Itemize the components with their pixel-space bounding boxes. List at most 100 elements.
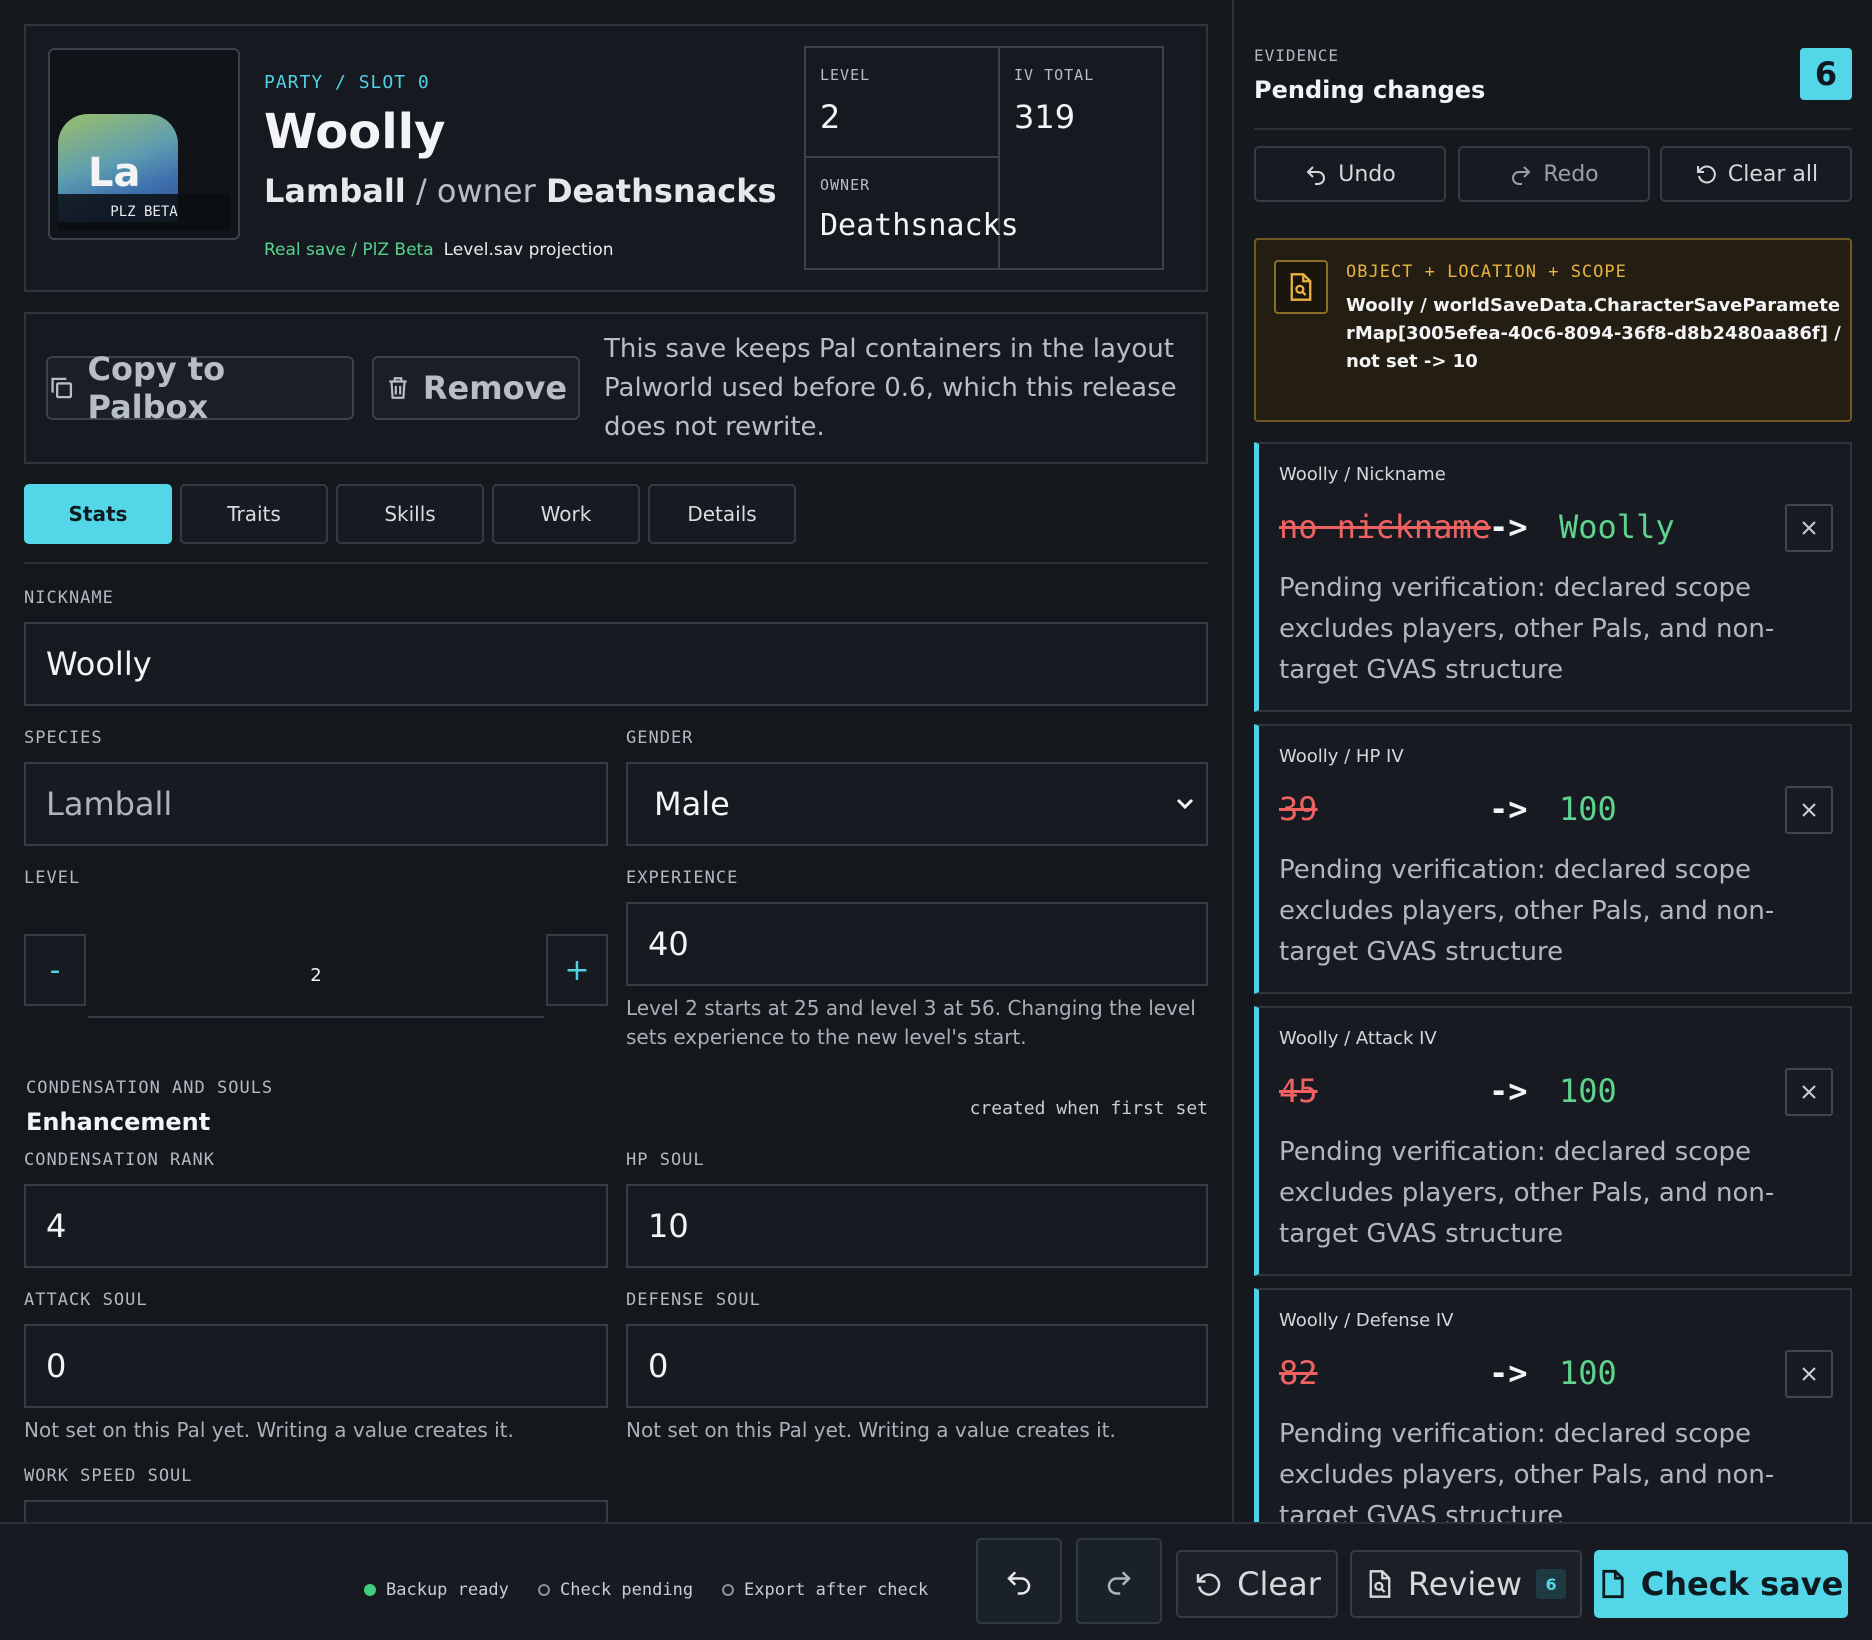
change-new-value: 100: [1559, 790, 1617, 828]
enhancement-note: created when first set: [969, 1098, 1208, 1119]
layout-note: This save keeps Pal containers in the la…: [604, 334, 1177, 442]
iv-total-stat: IV TOTAL 319: [1000, 48, 1162, 268]
nickname-label: NICKNAME: [24, 588, 114, 608]
change-new-value: 100: [1559, 1354, 1617, 1392]
scope-icon-box: [1274, 260, 1328, 314]
review-count-badge: 6: [1536, 1569, 1567, 1599]
undo-button[interactable]: [976, 1538, 1062, 1624]
copy-to-palbox-label: Copy to Palbox: [87, 350, 226, 426]
tab-details[interactable]: Details: [648, 484, 796, 544]
level-label: LEVEL: [24, 868, 81, 888]
save-source: Real save / PlZ Beta Level.sav projection: [264, 240, 614, 260]
iv-total-label: IV TOTAL: [1014, 66, 1095, 84]
close-icon: [1802, 521, 1816, 535]
level-decrement-button[interactable]: -: [24, 934, 86, 1006]
clear-label: Clear: [1237, 1565, 1321, 1603]
change-description: Pending verification: declared scope exc…: [1279, 573, 1775, 685]
trash-icon: [389, 377, 407, 399]
tab-work[interactable]: Work: [492, 484, 640, 544]
dismiss-change-button[interactable]: [1785, 1068, 1833, 1116]
status-export-label: Export after check: [744, 1580, 929, 1600]
status-backup-label: Backup ready: [386, 1580, 509, 1600]
pal-species: Lamball: [264, 172, 406, 210]
gender-label: GENDER: [626, 728, 694, 748]
tab-stats[interactable]: Stats: [24, 484, 172, 544]
breadcrumb: PARTY / SLOT 0: [264, 72, 430, 93]
change-old-value: no nickname: [1279, 508, 1491, 546]
redo-button[interactable]: Redo: [1458, 146, 1650, 202]
level-increment-button[interactable]: +: [546, 934, 608, 1006]
enhancement-title: Enhancement: [26, 1108, 211, 1136]
clear-all-label: Clear all: [1727, 161, 1819, 187]
close-icon: [1802, 1085, 1816, 1099]
defense-soul-input[interactable]: 0: [626, 1324, 1208, 1408]
change-field: Woolly / Attack IV: [1279, 1028, 1437, 1049]
dismiss-change-button[interactable]: [1785, 504, 1833, 552]
file-check-icon: [1602, 1569, 1624, 1599]
change-card: Woolly / Nickname no nickname -> Woolly …: [1254, 442, 1852, 712]
change-arrow: ->: [1489, 1072, 1528, 1110]
work-speed-soul-label: WORK SPEED SOUL: [24, 1466, 193, 1486]
change-description: Pending verification: declared scope exc…: [1279, 1419, 1775, 1522]
reset-icon: [1196, 1573, 1221, 1596]
undo-icon: [1306, 166, 1326, 185]
change-arrow: ->: [1489, 1354, 1528, 1392]
tab-skills[interactable]: Skills: [336, 484, 484, 544]
evidence-divider: [1254, 128, 1852, 130]
status-pending-dot: [722, 1584, 734, 1596]
change-field: Woolly / Defense IV: [1279, 1310, 1454, 1331]
close-icon: [1802, 1367, 1816, 1381]
condensation-input[interactable]: 4: [24, 1184, 608, 1268]
pal-header-card: La PLZ BETA PARTY / SLOT 0 Woolly Lambal…: [24, 24, 1208, 292]
redo-button[interactable]: [1076, 1538, 1162, 1624]
clear-button[interactable]: Clear: [1176, 1550, 1338, 1618]
gender-select[interactable]: Male: [626, 762, 1208, 846]
tab-traits[interactable]: Traits: [180, 484, 328, 544]
experience-input[interactable]: 40: [626, 902, 1208, 986]
avatar-abbr: La: [88, 150, 141, 196]
change-old-value: 45: [1279, 1072, 1318, 1110]
check-save-button[interactable]: Check save: [1594, 1550, 1848, 1618]
experience-help: Level 2 starts at 25 and level 3 at 56. …: [626, 996, 1196, 1049]
pal-name: Woolly: [264, 104, 446, 160]
species-label: SPECIES: [24, 728, 103, 748]
enhancement-kicker: CONDENSATION AND SOULS: [26, 1078, 274, 1098]
pal-detail-pane: La PLZ BETA PARTY / SLOT 0 Woolly Lambal…: [0, 0, 1232, 1522]
pal-avatar: La PLZ BETA: [48, 48, 240, 240]
change-new-value: Woolly: [1559, 508, 1675, 546]
pal-subtitle: Lamball / owner Deathsnacks: [264, 172, 777, 210]
change-card: Woolly / Defense IV 82 -> 100 Pending ve…: [1254, 1288, 1852, 1522]
scope-value: Woolly / worldSaveData.CharacterSavePara…: [1346, 295, 1841, 372]
pal-owner: Deathsnacks: [545, 172, 777, 210]
source-label: Real save / PlZ Beta: [264, 240, 434, 260]
change-description: Pending verification: declared scope exc…: [1279, 1137, 1775, 1249]
scope-card: OBJECT + LOCATION + SCOPE Woolly / world…: [1254, 238, 1852, 422]
attack-soul-label: ATTACK SOUL: [24, 1290, 148, 1310]
work-speed-soul-input[interactable]: [24, 1500, 608, 1522]
undo-button[interactable]: Undo: [1254, 146, 1446, 202]
attack-soul-input[interactable]: 0: [24, 1324, 608, 1408]
change-new-value: 100: [1559, 1072, 1617, 1110]
change-old-value: 82: [1279, 1354, 1318, 1392]
copy-to-palbox-button[interactable]: Copy to Palbox: [46, 350, 354, 426]
hp-soul-input[interactable]: 10: [626, 1184, 1208, 1268]
status-pending-dot: [538, 1584, 550, 1596]
pending-count-badge: 6: [1800, 48, 1852, 100]
remove-button[interactable]: Remove: [372, 356, 580, 420]
evidence-panel: EVIDENCE Pending changes 6 Undo Redo Cle…: [1234, 0, 1872, 1522]
clear-all-button[interactable]: Clear all: [1660, 146, 1852, 202]
nickname-input[interactable]: Woolly: [24, 622, 1208, 706]
level-input[interactable]: 2: [88, 934, 544, 1018]
level-stat-label: LEVEL: [820, 66, 871, 84]
dismiss-change-button[interactable]: [1785, 1350, 1833, 1398]
avatar-tag: PLZ BETA: [58, 194, 230, 230]
reset-icon: [1696, 165, 1716, 184]
undo-label: Undo: [1338, 161, 1396, 187]
dismiss-change-button[interactable]: [1785, 786, 1833, 834]
change-field: Woolly / HP IV: [1279, 746, 1404, 767]
check-save-label: Check save: [1640, 1565, 1844, 1603]
owner-stat: OWNER Deathsnacks: [806, 158, 1019, 268]
status-backup: Backup ready: [364, 1580, 509, 1600]
condensation-label: CONDENSATION RANK: [24, 1150, 215, 1170]
review-button[interactable]: Review 6: [1350, 1550, 1582, 1618]
